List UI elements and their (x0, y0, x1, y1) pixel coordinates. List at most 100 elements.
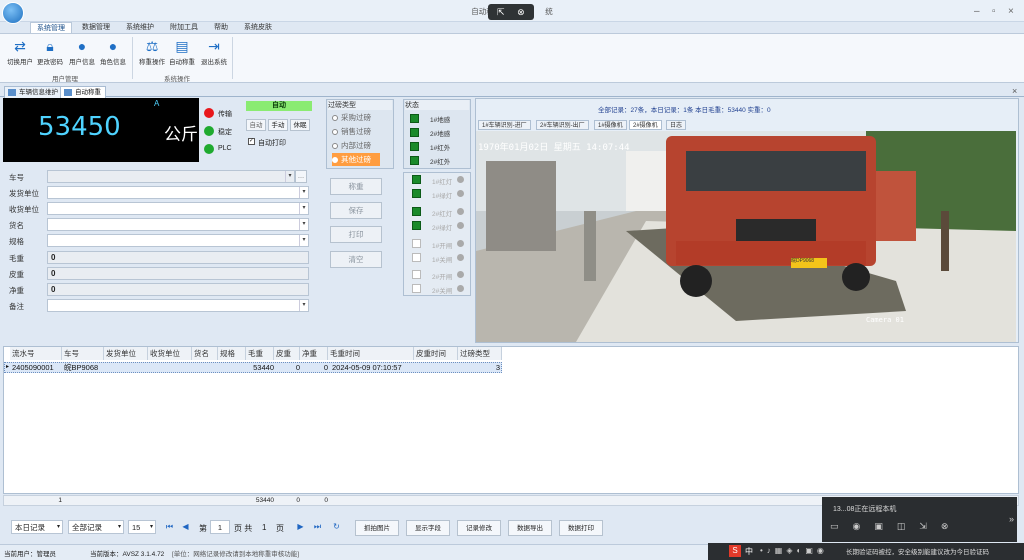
expand-icon[interactable]: » (1009, 514, 1014, 524)
camera-tab[interactable]: 日志 (666, 120, 687, 130)
col-header[interactable]: 收货单位 (148, 347, 192, 360)
manual-button[interactable]: 手动 (268, 119, 288, 131)
capture-image-button[interactable]: 抓拍图片 (355, 520, 399, 536)
first-page-icon[interactable]: ⏮ (164, 521, 175, 533)
next-page-icon[interactable]: ▶ (295, 521, 306, 533)
col-header[interactable]: 毛重时间 (328, 347, 414, 360)
tray-icons[interactable]: •♪▦◈◐▣◉ (760, 546, 828, 555)
camera-tab-active[interactable]: 2#摄像机 (629, 120, 662, 130)
cell-gross[interactable]: 53440 (246, 362, 274, 373)
col-header[interactable]: 皮重时间 (414, 347, 458, 360)
close-tab-icon[interactable]: × (1012, 86, 1017, 96)
light-toggle[interactable] (457, 208, 464, 215)
camera-tab[interactable]: 2#车辆识别-出厂 (536, 120, 589, 130)
cell-tare-time[interactable] (414, 362, 416, 373)
cell-spec[interactable] (218, 362, 220, 373)
cell-goods[interactable] (192, 362, 194, 373)
col-header[interactable]: 过磅类型 (458, 347, 502, 360)
plate-lookup-button[interactable]: … (295, 170, 307, 183)
show-fields-button[interactable]: 显示字段 (406, 520, 450, 536)
save-button[interactable]: 保存 (330, 202, 382, 219)
gate-toggle[interactable] (457, 285, 464, 292)
radio-internal[interactable]: 内部过磅 (332, 139, 390, 152)
last-page-icon[interactable]: ⏭ (312, 521, 323, 533)
light-toggle[interactable] (457, 176, 464, 183)
auto-mode-indicator: 自动 (246, 101, 312, 111)
col-header[interactable]: 规格 (218, 347, 246, 360)
light-toggle[interactable] (457, 222, 464, 229)
chevron-down-icon[interactable]: ▾ (299, 235, 308, 246)
auto-button[interactable]: 自动 (246, 119, 266, 131)
remote-control-bar[interactable]: ⇱ ⊗ (488, 4, 534, 20)
cell-serial[interactable]: 2405090001 (10, 362, 54, 373)
notification-actions[interactable]: ▭◉▣◫⇲⊗ (830, 521, 962, 532)
auto-print-checkbox[interactable]: ✓ (248, 138, 255, 145)
chevron-down-icon[interactable]: ▾ (285, 171, 294, 182)
prev-page-icon[interactable]: ◀ (180, 521, 191, 533)
light-toggle[interactable] (457, 190, 464, 197)
close-remote-icon[interactable]: ⊗ (517, 7, 525, 17)
chevron-down-icon[interactable]: ▾ (299, 300, 308, 311)
gate-toggle[interactable] (457, 240, 464, 247)
change-password-button[interactable]: 🔒︎ 更改密码 (34, 36, 66, 66)
auto-weigh-button[interactable]: ▤ 自动称重 (166, 36, 198, 66)
status-notice: [单位：网络记录修改请到本地称重审核功能] (172, 551, 300, 558)
sender-input[interactable]: ▾ (47, 186, 309, 199)
chevron-down-icon: ▾ (149, 524, 153, 530)
radio-other[interactable]: 其他过磅 (332, 153, 380, 166)
tab-vehicle-info[interactable]: 车辆信息维护 (4, 86, 63, 98)
date-filter-select[interactable]: 本日记录 ▾ (11, 520, 63, 534)
radio-sales[interactable]: 销售过磅 (332, 125, 390, 138)
col-header[interactable]: 车号 (62, 347, 104, 360)
role-info-button[interactable]: ● 角色信息 (97, 36, 129, 66)
page-input[interactable]: 1 (210, 520, 230, 534)
cell-sender[interactable] (104, 362, 106, 373)
maximize-icon[interactable]: ▫ (992, 6, 996, 17)
page-size-select[interactable]: 15 ▾ (128, 520, 156, 534)
clear-button[interactable]: 清空 (330, 251, 382, 268)
chevron-down-icon[interactable]: ▾ (299, 203, 308, 214)
minimize-icon[interactable]: – (974, 6, 980, 17)
print-button[interactable]: 打印 (330, 226, 382, 243)
exit-system-button[interactable]: ⇥ 退出系统 (198, 36, 230, 66)
record-filter-select[interactable]: 全部记录 ▾ (68, 520, 124, 534)
receiver-input[interactable]: ▾ (47, 202, 309, 215)
camera-tab[interactable]: 1#车辆识别-进厂 (478, 120, 531, 130)
tab-auto-weigh[interactable]: 自动称重 (60, 86, 106, 98)
export-data-button[interactable]: 数据导出 (508, 520, 552, 536)
chevron-down-icon[interactable]: ▾ (299, 219, 308, 230)
cell-tare[interactable]: 0 (274, 362, 300, 373)
radio-purchase[interactable]: 采购过磅 (332, 111, 390, 124)
col-header[interactable]: 发货单位 (104, 347, 148, 360)
camera-tab[interactable]: 1#摄像机 (594, 120, 627, 130)
spec-input[interactable]: ▾ (47, 234, 309, 247)
ime-logo-icon[interactable]: S (729, 545, 741, 557)
close-window-icon[interactable]: × (1008, 6, 1014, 17)
ime-mode[interactable]: 中 (745, 546, 753, 557)
gate-toggle[interactable] (457, 271, 464, 278)
gate-toggle[interactable] (457, 254, 464, 261)
user-info-button[interactable]: ● 用户信息 (66, 36, 98, 66)
col-header[interactable]: 皮重 (274, 347, 300, 360)
cell-receiver[interactable] (148, 362, 150, 373)
goods-input[interactable]: ▾ (47, 218, 309, 231)
col-header[interactable]: 流水号 (10, 347, 62, 360)
edit-record-button[interactable]: 记录修改 (457, 520, 501, 536)
cell-net[interactable]: 0 (300, 362, 328, 373)
col-header[interactable]: 毛重 (246, 347, 274, 360)
weigh-button[interactable]: 称重 (330, 178, 382, 195)
chevron-down-icon[interactable]: ▾ (299, 187, 308, 198)
sleep-button[interactable]: 休眠 (290, 119, 310, 131)
remark-input[interactable]: ▾ (47, 299, 309, 312)
switch-user-button[interactable]: ⇄ 切换用户 (4, 36, 36, 66)
col-header[interactable]: 净重 (300, 347, 328, 360)
plate-input[interactable]: ▾ (47, 170, 295, 183)
weigh-operation-button[interactable]: ⚖ 称重操作 (136, 36, 168, 66)
cell-gross-time[interactable]: 2024-05-09 07:10:57 (330, 362, 402, 373)
refresh-icon[interactable]: ↻ (331, 521, 342, 533)
cell-weigh-type[interactable]: 3 (458, 362, 502, 373)
pin-icon[interactable]: ⇱ (497, 7, 505, 17)
print-data-button[interactable]: 数据打印 (559, 520, 603, 536)
cell-plate[interactable]: 皖BP9068 (62, 362, 98, 373)
col-header[interactable]: 货名 (192, 347, 218, 360)
